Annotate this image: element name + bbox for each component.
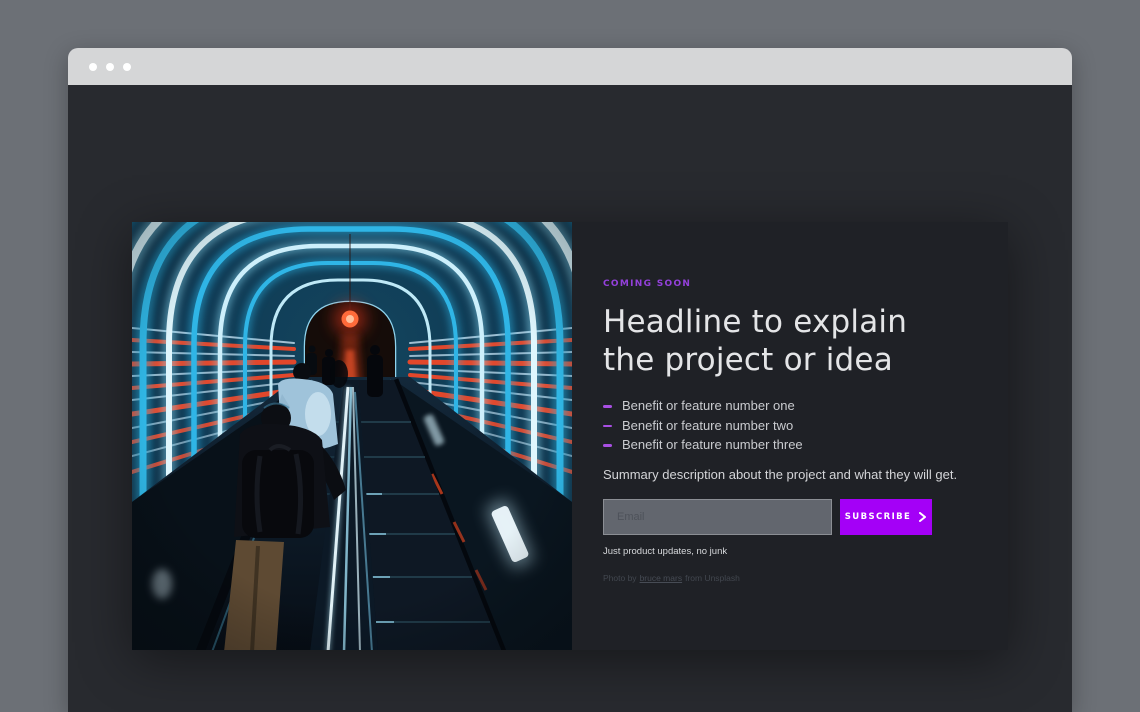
headline-line-1: Headline to explain [603, 304, 907, 340]
browser-window: COMING SOON Headline to explain the proj… [68, 48, 1072, 712]
benefit-item: Benefit or feature number two [603, 420, 968, 433]
photo-credit: Photo bybruce marsfrom Unsplash [603, 573, 968, 583]
benefit-label: Benefit or feature number one [622, 400, 795, 413]
card-content: COMING SOON Headline to explain the proj… [572, 222, 1008, 650]
benefit-label: Benefit or feature number two [622, 420, 793, 433]
eyebrow-label: COMING SOON [603, 279, 968, 289]
window-control-dot[interactable] [89, 63, 97, 71]
coming-soon-card: COMING SOON Headline to explain the proj… [132, 222, 1008, 650]
photo-credit-suffix: from Unsplash [685, 573, 740, 583]
browser-titlebar [68, 48, 1072, 85]
headline: Headline to explain the project or idea [603, 303, 968, 379]
neon-tunnel-illustration [132, 222, 572, 650]
subscribe-form: SUBSCRIBE [603, 499, 968, 535]
benefits-list: Benefit or feature number one Benefit or… [603, 400, 968, 452]
browser-viewport: COMING SOON Headline to explain the proj… [68, 85, 1072, 712]
window-control-dot[interactable] [106, 63, 114, 71]
dash-bullet-icon [603, 425, 612, 428]
headline-line-2: the project or idea [603, 342, 893, 378]
subscribe-button-label: SUBSCRIBE [845, 512, 911, 522]
email-input[interactable] [603, 499, 832, 535]
hero-photo [132, 222, 572, 650]
window-control-dot[interactable] [123, 63, 131, 71]
chevron-right-icon [918, 512, 927, 522]
privacy-note: Just product updates, no junk [603, 546, 968, 557]
benefit-label: Benefit or feature number three [622, 439, 803, 452]
photo-credit-prefix: Photo by [603, 573, 637, 583]
photo-credit-link[interactable]: bruce mars [640, 573, 683, 583]
dash-bullet-icon [603, 405, 612, 408]
benefit-item: Benefit or feature number one [603, 400, 968, 413]
benefit-item: Benefit or feature number three [603, 439, 968, 452]
desktop-background: COMING SOON Headline to explain the proj… [0, 0, 1140, 712]
summary-text: Summary description about the project an… [603, 467, 968, 482]
subscribe-button[interactable]: SUBSCRIBE [840, 499, 932, 535]
dash-bullet-icon [603, 444, 612, 447]
